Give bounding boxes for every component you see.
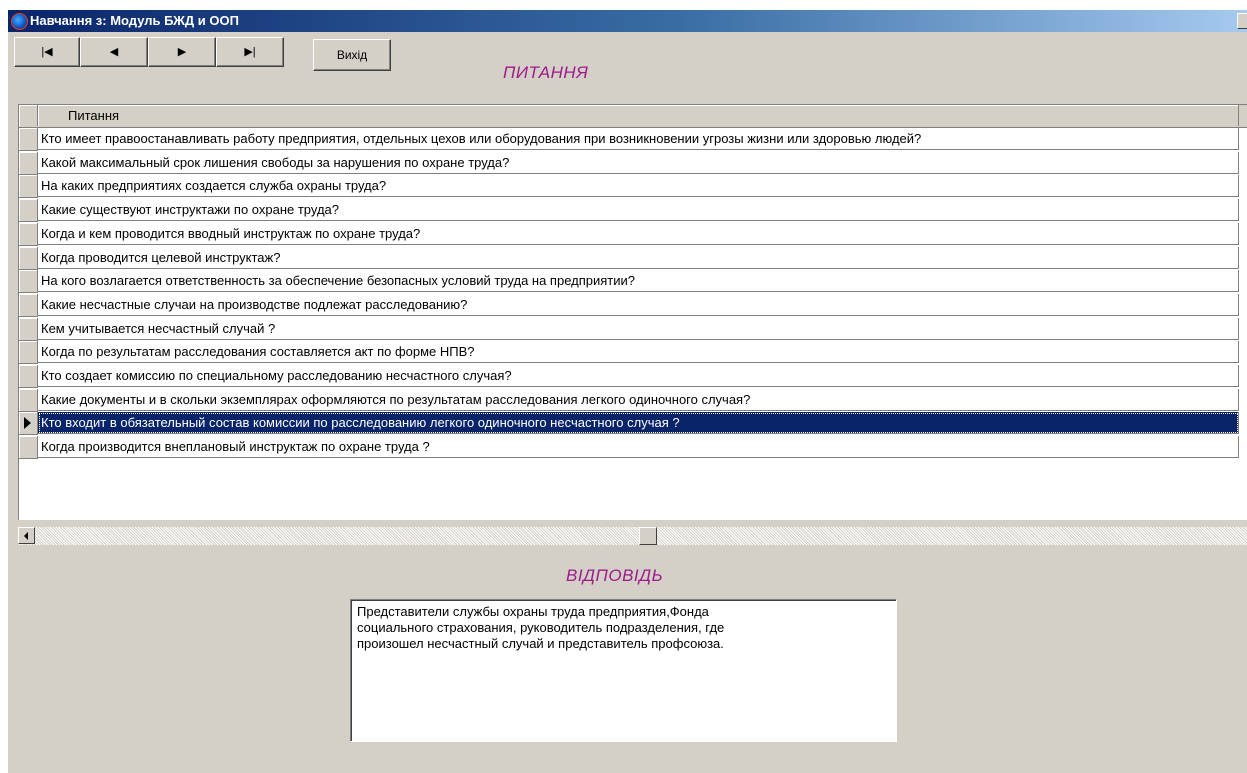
question-cell[interactable]: Кто входит в обязательный состав комисси…: [38, 412, 1239, 435]
row-indicator[interactable]: [19, 270, 38, 294]
minimize-button[interactable]: [1237, 13, 1247, 29]
first-record-icon: |◀: [41, 45, 53, 58]
row-indicator[interactable]: [19, 151, 38, 175]
row-indicator[interactable]: [19, 293, 38, 317]
current-row-pointer-icon: [24, 417, 31, 430]
table-row[interactable]: Какой максимальный срок лишения свободы …: [19, 151, 1247, 175]
table-row[interactable]: Кто имеет правоостанавливать работу пред…: [19, 128, 1247, 151]
question-cell[interactable]: Когда и кем проводится вводный инструкта…: [38, 222, 1239, 245]
exit-button-label: Вихід: [336, 48, 368, 62]
horizontal-scrollbar[interactable]: [18, 527, 1247, 545]
question-cell[interactable]: Какие существуют инструктажи по охране т…: [38, 199, 1239, 222]
table-row[interactable]: Какие несчастные случаи на производстве …: [19, 293, 1247, 317]
table-row[interactable]: На кого возлагается ответственность за о…: [19, 270, 1247, 294]
last-record-button[interactable]: ▶|: [216, 37, 284, 67]
table-row[interactable]: Когда производится внеплановый инструкта…: [19, 436, 1247, 460]
prev-record-icon: ◀: [109, 45, 119, 58]
question-cell[interactable]: Кто создает комиссию по специальному рас…: [38, 365, 1239, 387]
question-cell[interactable]: Какой максимальный срок лишения свободы …: [38, 151, 1239, 174]
table-row[interactable]: Кто создает комиссию по специальному рас…: [19, 365, 1247, 388]
question-cell[interactable]: Какие несчастные случаи на производстве …: [38, 293, 1239, 316]
row-indicator[interactable]: [19, 199, 38, 223]
row-indicator[interactable]: [19, 317, 38, 341]
app-window: Навчання з: Модуль БЖД и ООП |◀ ◀ ▶ ▶| В…: [8, 10, 1247, 773]
row-indicator[interactable]: [19, 128, 38, 151]
scroll-thumb[interactable]: [639, 527, 657, 545]
next-record-icon: ▶: [177, 45, 187, 58]
row-indicator[interactable]: [19, 175, 38, 199]
table-row[interactable]: Кем учитывается несчастный случай ?: [19, 317, 1247, 341]
question-cell[interactable]: Когда проводится целевой инструктаж?: [38, 246, 1239, 269]
next-record-button[interactable]: ▶: [148, 37, 216, 67]
answer-section-title: ВІДПОВІДЬ: [566, 566, 664, 585]
scroll-left-arrow-icon[interactable]: [18, 527, 35, 544]
row-indicator[interactable]: [19, 222, 38, 246]
row-indicator[interactable]: [19, 436, 38, 460]
question-cell[interactable]: На каких предприятиях создается служба о…: [38, 175, 1239, 198]
question-cell[interactable]: Когда по результатам расследования соста…: [38, 341, 1239, 364]
window-title: Навчання з: Модуль БЖД и ООП: [30, 13, 239, 28]
row-indicator[interactable]: [19, 388, 38, 412]
question-cell[interactable]: На кого возлагается ответственность за о…: [38, 270, 1239, 293]
last-record-icon: ▶|: [244, 45, 256, 58]
table-row[interactable]: На каких предприятиях создается служба о…: [19, 175, 1247, 199]
exit-button[interactable]: Вихід: [313, 39, 391, 71]
question-cell[interactable]: Кто имеет правоостанавливать работу пред…: [38, 128, 1239, 150]
table-row[interactable]: Когда проводится целевой инструктаж?: [19, 246, 1247, 270]
question-cell[interactable]: Когда производится внеплановый инструкта…: [38, 436, 1239, 459]
title-bar[interactable]: Навчання з: Модуль БЖД и ООП: [8, 10, 1247, 32]
table-row[interactable]: Какие существуют инструктажи по охране т…: [19, 199, 1247, 223]
question-cell[interactable]: Кем учитывается несчастный случай ?: [38, 317, 1239, 340]
app-globe-icon: [11, 13, 28, 30]
table-row[interactable]: Кто входит в обязательный состав комисси…: [19, 412, 1247, 436]
grid-header-indicator: [19, 105, 38, 126]
table-row[interactable]: Когда по результатам расследования соста…: [19, 341, 1247, 365]
questions-section-title: ПИТАННЯ: [503, 63, 589, 82]
questions-grid[interactable]: Питання Кто имеет правоостанавливать раб…: [18, 104, 1247, 520]
answer-textbox[interactable]: Представители службы охраны труда предпр…: [350, 599, 897, 742]
row-indicator[interactable]: [19, 341, 38, 365]
row-indicator[interactable]: [19, 412, 38, 436]
table-row[interactable]: Какие документы и в скольки экземплярах …: [19, 388, 1247, 412]
column-header-question[interactable]: Питання: [38, 105, 1239, 126]
grid-header: Питання: [19, 105, 1247, 128]
row-indicator[interactable]: [19, 365, 38, 388]
table-row[interactable]: Когда и кем проводится вводный инструкта…: [19, 222, 1247, 246]
row-indicator[interactable]: [19, 246, 38, 270]
first-record-button[interactable]: |◀: [14, 37, 80, 67]
question-cell[interactable]: Какие документы и в скольки экземплярах …: [38, 388, 1239, 411]
prev-record-button[interactable]: ◀: [80, 37, 148, 67]
